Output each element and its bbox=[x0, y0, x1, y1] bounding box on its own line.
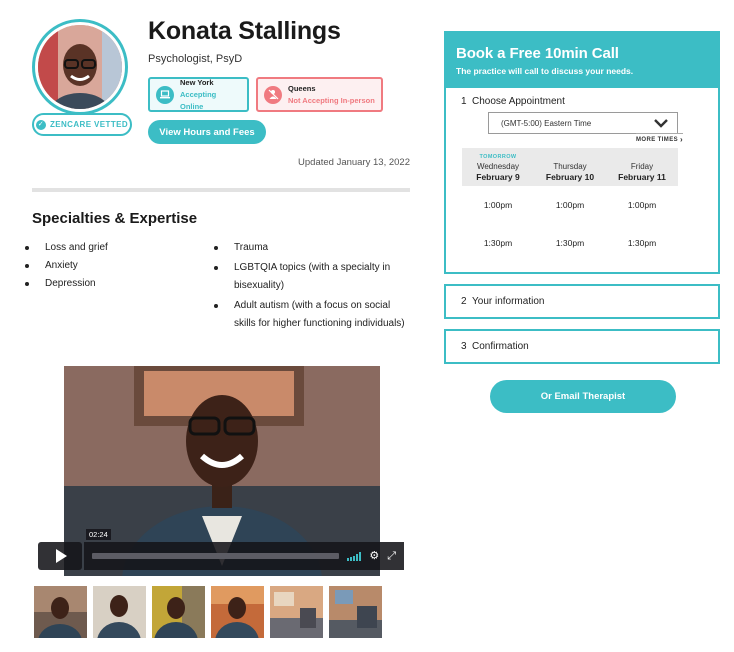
therapist-name: Konata Stallings bbox=[148, 17, 341, 45]
time-slot[interactable]: 1:30pm bbox=[534, 238, 606, 248]
day-column-header: TOMORROW Wednesday February 9 bbox=[462, 148, 534, 186]
booking-title: Book a Free 10min Call bbox=[456, 45, 619, 62]
location-name: New York bbox=[180, 77, 214, 87]
day-column-header: Friday February 11 bbox=[606, 148, 678, 186]
video-controls: 02:24 ⚙ ⤢ bbox=[38, 529, 404, 570]
step-choose-appointment: 1 Choose Appointment (GMT-5:00) Eastern … bbox=[444, 88, 720, 274]
step-label: Choose Appointment bbox=[472, 96, 565, 107]
fullscreen-icon[interactable]: ⤢ bbox=[387, 550, 396, 562]
time-slot-row: 1:00pm 1:00pm 1:00pm bbox=[462, 200, 678, 210]
time-slot[interactable]: 1:00pm bbox=[462, 200, 534, 210]
zencare-vetted-badge: ✓ ZENCARE VETTED bbox=[32, 113, 132, 136]
photo-thumbnails bbox=[34, 586, 382, 638]
time-slot[interactable]: 1:30pm bbox=[462, 238, 534, 248]
specialties-heading: Specialties & Expertise bbox=[32, 210, 198, 227]
time-slot[interactable]: 1:00pm bbox=[606, 200, 678, 210]
more-times-label: MORE TIMES bbox=[636, 136, 679, 143]
time-slot[interactable]: 1:00pm bbox=[534, 200, 606, 210]
list-item: Depression bbox=[25, 275, 195, 293]
check-circle-icon: ✓ bbox=[35, 119, 46, 130]
time-slot[interactable]: 1:30pm bbox=[606, 238, 678, 248]
step-number: 2 bbox=[461, 296, 467, 307]
day-name: Friday bbox=[630, 162, 654, 171]
person-not-allowed-icon bbox=[264, 85, 282, 104]
appointment-days: TOMORROW Wednesday February 9 Thursday F… bbox=[462, 148, 678, 186]
gallery-thumbnail[interactable] bbox=[152, 586, 205, 638]
day-date: February 9 bbox=[476, 172, 520, 182]
view-hours-and-fees-button[interactable]: View Hours and Fees bbox=[148, 120, 266, 144]
booking-header: Book a Free 10min Call The practice will… bbox=[444, 31, 720, 88]
day-name: Wednesday bbox=[476, 162, 520, 171]
day-column-header: Thursday February 10 bbox=[534, 148, 606, 186]
step-header: 1 Choose Appointment bbox=[446, 96, 565, 107]
location-card-online: New York Accepting Online bbox=[148, 77, 249, 112]
specialties-list-2: Trauma LGBTQIA topics (with a specialty … bbox=[214, 239, 410, 335]
step-header: 3 Confirmation bbox=[446, 331, 718, 362]
step-label: Your information bbox=[472, 296, 545, 307]
timezone-select[interactable]: (GMT-5:00) Eastern Time bbox=[488, 112, 678, 134]
step-your-information[interactable]: 2 Your information bbox=[444, 284, 720, 319]
booking-subtitle: The practice will call to discuss your n… bbox=[456, 66, 634, 76]
location-status: Accepting Online bbox=[180, 89, 217, 111]
location-card-in-person: Queens Not Accepting In-person bbox=[256, 77, 383, 112]
more-times-link[interactable]: MORE TIMES › bbox=[636, 133, 684, 144]
location-name: Queens bbox=[288, 83, 316, 93]
volume-icon[interactable] bbox=[347, 551, 362, 561]
list-item: Trauma bbox=[214, 239, 410, 257]
section-divider bbox=[32, 188, 410, 192]
time-slot-row: 1:30pm 1:30pm 1:30pm bbox=[462, 238, 678, 248]
avatar bbox=[38, 25, 122, 109]
list-item: Adult autism (with a focus on social ski… bbox=[214, 297, 410, 333]
step-label: Confirmation bbox=[472, 341, 529, 352]
video-progress-track[interactable] bbox=[92, 553, 340, 559]
play-button[interactable] bbox=[38, 542, 82, 570]
gallery-thumbnail[interactable] bbox=[93, 586, 146, 638]
profile-photo bbox=[32, 19, 128, 115]
day-tag: TOMORROW bbox=[479, 154, 517, 160]
therapist-credentials: Psychologist, PsyD bbox=[148, 53, 243, 65]
gallery-thumbnail[interactable] bbox=[34, 586, 87, 638]
step-confirmation[interactable]: 3 Confirmation bbox=[444, 329, 720, 364]
location-status: Not Accepting In-person bbox=[288, 95, 375, 105]
updated-date: Updated January 13, 2022 bbox=[298, 157, 410, 168]
step-header: 2 Your information bbox=[446, 286, 718, 317]
step-number: 3 bbox=[461, 341, 467, 352]
list-item: LGBTQIA topics (with a specialty in bise… bbox=[214, 259, 410, 295]
day-date: February 10 bbox=[545, 172, 595, 182]
settings-gear-icon[interactable]: ⚙ bbox=[369, 550, 379, 562]
day-name: Thursday bbox=[553, 162, 587, 171]
play-icon bbox=[56, 549, 67, 563]
vetted-label: ZENCARE VETTED bbox=[49, 120, 129, 129]
timezone-value: (GMT-5:00) Eastern Time bbox=[501, 118, 592, 128]
gallery-thumbnail[interactable] bbox=[211, 586, 264, 638]
video-control-bar: 02:24 ⚙ ⤢ bbox=[84, 529, 404, 570]
step-number: 1 bbox=[461, 96, 467, 107]
email-therapist-button[interactable]: Or Email Therapist bbox=[490, 380, 676, 413]
therapist-portrait bbox=[38, 25, 122, 109]
chevron-down-icon bbox=[654, 119, 668, 128]
specialties-list-1: Loss and grief Anxiety Depression bbox=[25, 239, 195, 293]
laptop-icon bbox=[156, 85, 174, 104]
gallery-thumbnail[interactable] bbox=[270, 586, 323, 638]
gallery-thumbnail[interactable] bbox=[329, 586, 382, 638]
list-item: Loss and grief bbox=[25, 239, 195, 257]
list-item: Anxiety bbox=[25, 257, 195, 275]
day-date: February 11 bbox=[618, 172, 666, 182]
chevron-right-icon: › bbox=[680, 135, 684, 144]
video-timecode: 02:24 bbox=[86, 529, 111, 540]
